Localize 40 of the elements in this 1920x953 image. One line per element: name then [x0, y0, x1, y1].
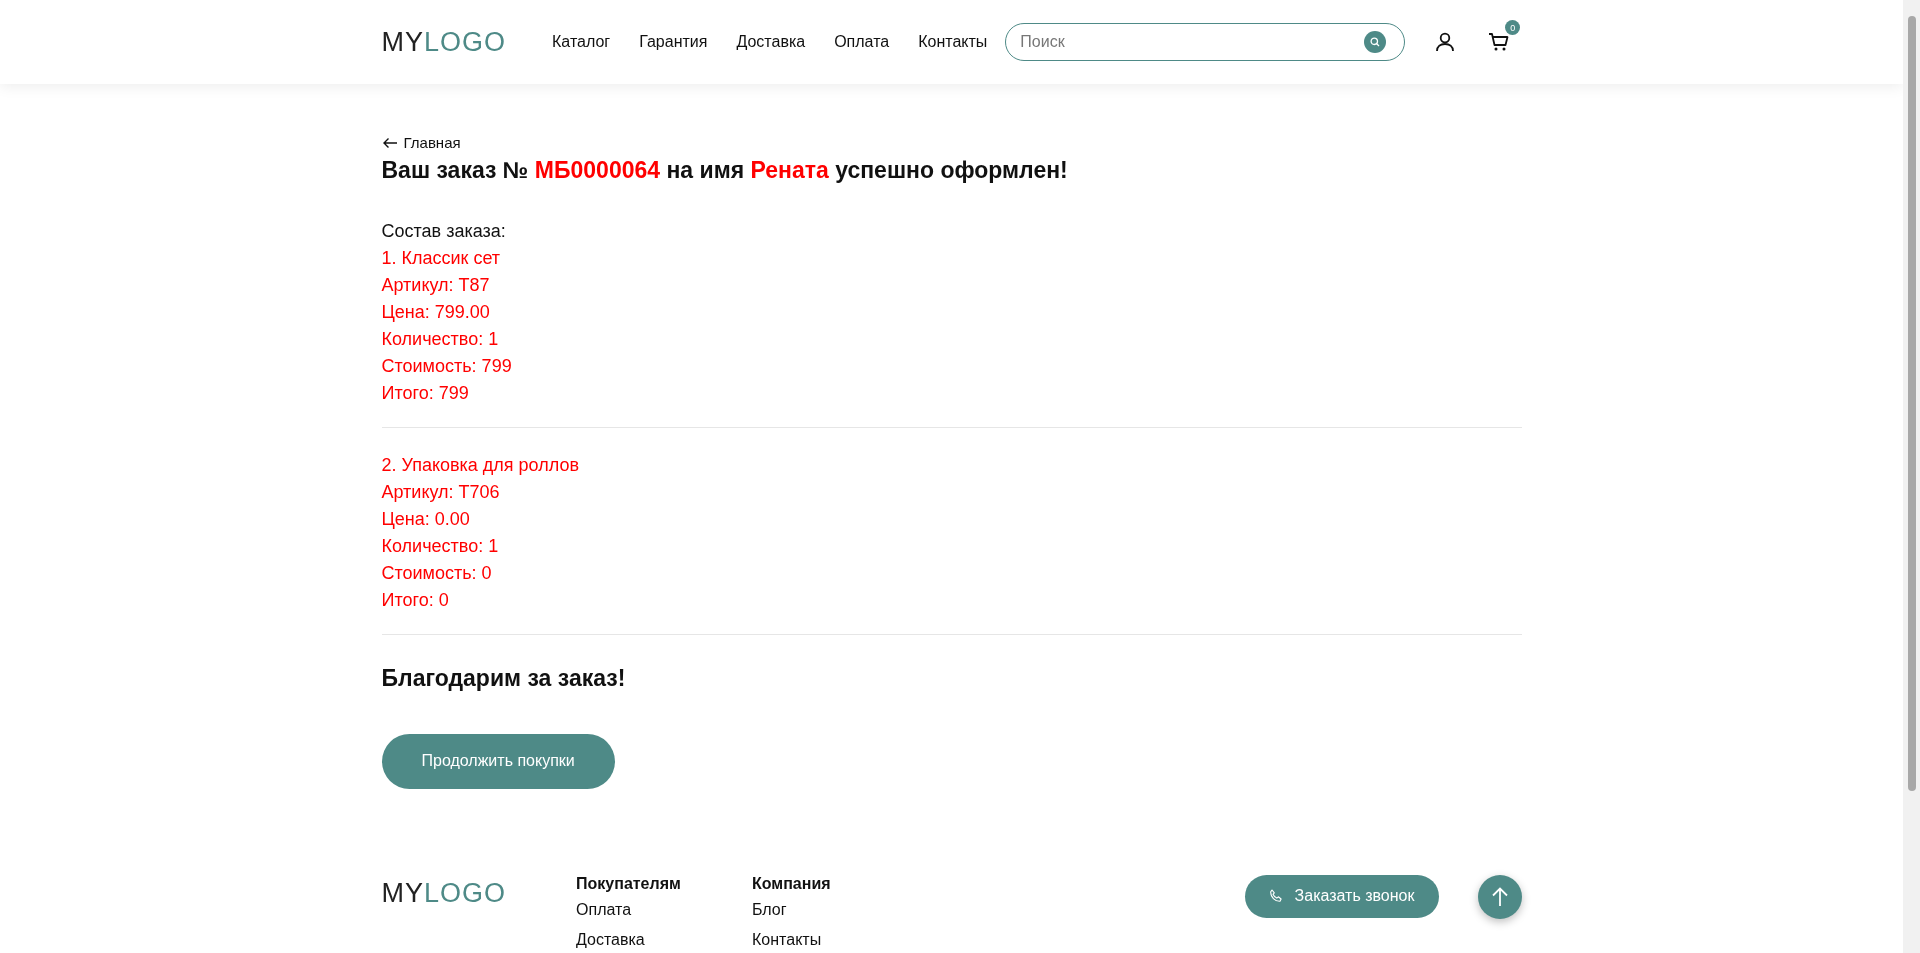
order-line: Стоимость: 799	[381, 354, 513, 378]
order-line: Артикул: Т87	[381, 273, 491, 297]
order-line: Количество: 1	[381, 534, 500, 558]
order-line: 1. Классик сет	[381, 246, 502, 270]
order-label: Состав заказа:	[381, 219, 507, 243]
footer-column-title: Компания	[752, 874, 832, 893]
phone-icon	[1268, 889, 1283, 903]
order-line: Итого: 0	[381, 588, 450, 612]
footer-column-title: Покупателям	[576, 874, 682, 893]
up-arrow-icon	[1490, 886, 1509, 907]
order-line: Артикул: Т706	[381, 480, 501, 504]
footer-link[interactable]: Доставка	[576, 930, 683, 949]
thanks-heading: Благодарим за заказ!	[381, 664, 627, 692]
back-link[interactable]: Главная	[381, 134, 461, 151]
continue-shopping-button[interactable]: Продолжить покупки	[381, 733, 615, 789]
order-line: Стоимость: 0	[381, 561, 493, 585]
nav-link[interactable]: Гарантия	[639, 33, 708, 51]
user-icon[interactable]	[1435, 32, 1456, 52]
back-arrow-icon	[381, 136, 398, 149]
order-line: Цена: 0.00	[381, 507, 471, 531]
order-line: Итого: 799	[381, 381, 470, 405]
order-line: Цена: 799.00	[381, 300, 491, 324]
order-line: 2. Упаковка для роллов	[381, 453, 580, 477]
logo[interactable]: MYLOGO	[381, 28, 507, 56]
nav-link[interactable]: Доставка	[736, 33, 806, 51]
order-heading: Ваш заказ № МБ0000064 на имя Рената успешно оформлен!	[381, 156, 1069, 184]
order-line: Количество: 1	[381, 327, 500, 351]
cart-count-badge: 0	[1505, 20, 1521, 35]
logo[interactable]: MYLOGO	[381, 879, 507, 907]
footer-link[interactable]: Оплата	[576, 900, 683, 919]
scroll-to-top-button[interactable]	[1477, 874, 1522, 919]
cart-icon[interactable]	[1488, 32, 1511, 52]
footer-link[interactable]: Контакты	[752, 930, 859, 949]
callback-button[interactable]: Заказать звонок	[1244, 874, 1439, 918]
nav-link[interactable]: Каталог	[552, 33, 611, 51]
footer-link[interactable]: Блог	[752, 900, 859, 919]
nav-link[interactable]: Контакты	[918, 33, 988, 51]
scrollbar[interactable]	[1903, 0, 1920, 953]
nav-link[interactable]: Оплата	[834, 33, 890, 51]
search-field[interactable]: Поиск	[1005, 23, 1406, 61]
